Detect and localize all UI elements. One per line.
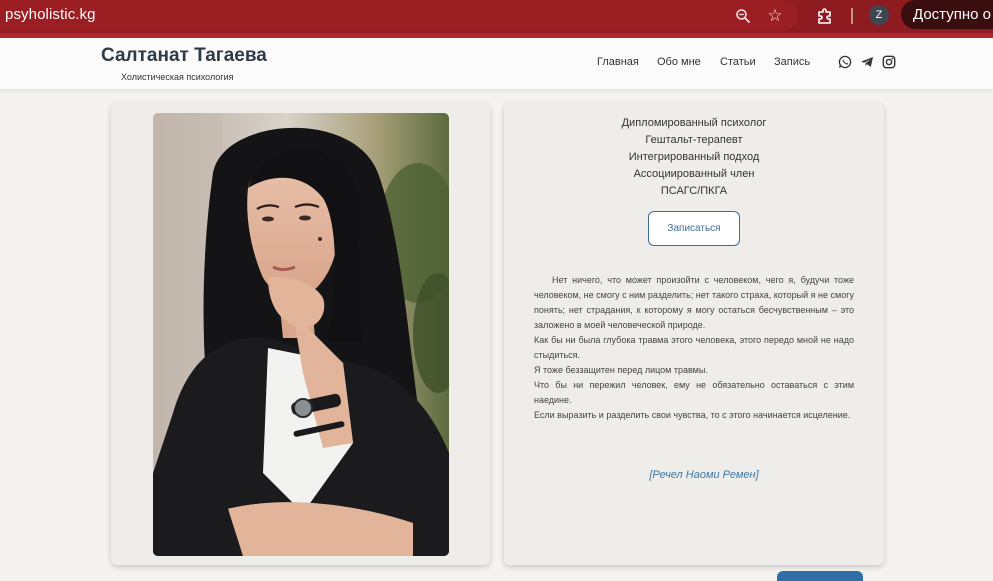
partial-button[interactable] xyxy=(777,571,863,581)
quote-paragraph: Если выразить и разделить свои чувства, … xyxy=(534,410,851,420)
quote-paragraph: Что бы ни пережил человек, ему не обязат… xyxy=(534,380,854,405)
bookmark-star-icon[interactable]: ☆ xyxy=(766,7,784,25)
address-bar[interactable] xyxy=(0,0,798,31)
browser-toolbar: psyholistic.kg ☆ Z Доступно о xyxy=(0,0,993,33)
zoom-icon[interactable] xyxy=(734,7,752,25)
credential-line: ПСАГС/ПКГА xyxy=(660,185,728,197)
book-appointment-button[interactable]: Записаться xyxy=(648,211,740,246)
profile-avatar[interactable]: Z xyxy=(869,5,889,25)
update-available-button[interactable]: Доступно о xyxy=(901,0,993,29)
address-url[interactable]: psyholistic.kg xyxy=(5,6,96,23)
site-header: Салтанат Тагаева Холистическая психологи… xyxy=(0,38,993,89)
quote-author: [Речел Наоми Ремен] xyxy=(649,469,759,481)
portrait-photo xyxy=(153,113,449,556)
extensions-icon[interactable] xyxy=(816,7,834,25)
nav-home[interactable]: Главная xyxy=(597,56,639,68)
credential-line: Дипломированный психолог xyxy=(621,117,767,129)
brand-name[interactable]: Салтанат Тагаева xyxy=(101,45,267,67)
info-card: Дипломированный психолог Гештальт-терапе… xyxy=(504,103,884,565)
toolbar-separator xyxy=(851,8,853,24)
instagram-icon[interactable] xyxy=(882,55,896,69)
credential-line: Ассоциированный член xyxy=(633,168,755,180)
quote-paragraph: Я тоже беззащитен перед лицом травмы. xyxy=(534,365,708,375)
nav-about[interactable]: Обо мне xyxy=(657,56,701,68)
credential-line: Интегрированный подход xyxy=(628,151,760,163)
telegram-icon[interactable] xyxy=(860,55,874,69)
credentials-list: Дипломированный психолог Гештальт-терапе… xyxy=(504,115,884,200)
quote-paragraph: Как бы ни была глубока травма этого чело… xyxy=(534,335,854,360)
nav-booking[interactable]: Запись xyxy=(774,56,810,68)
whatsapp-icon[interactable] xyxy=(838,55,852,69)
brand-tagline: Холистическая психология xyxy=(121,72,234,82)
quote-paragraph: Нет ничего, что может произойти с челове… xyxy=(534,275,854,330)
quote-text: Нет ничего, что может произойти с челове… xyxy=(534,273,854,423)
nav-articles[interactable]: Статьи xyxy=(720,56,756,68)
credential-line: Гештальт-терапевт xyxy=(645,134,743,146)
photo-card xyxy=(111,103,490,565)
